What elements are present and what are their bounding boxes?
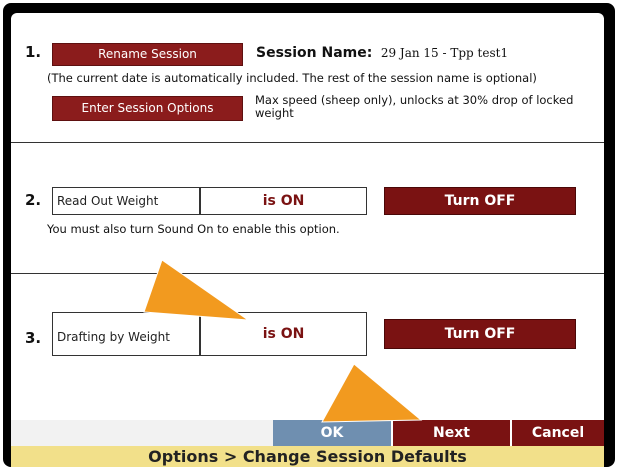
callout-arrow-icon: [143, 259, 250, 321]
drafting-by-weight-toggle-button[interactable]: Turn OFF: [384, 319, 576, 349]
session-name-value: 29 Jan 15 - Tpp test1: [380, 46, 509, 60]
session-name-note: (The current date is automatically inclu…: [47, 71, 537, 85]
cancel-button[interactable]: Cancel: [510, 420, 604, 446]
callout-arrow-icon: [321, 363, 423, 423]
bottom-button-bar: OK Next Cancel: [11, 420, 604, 446]
section-2-number: 2.: [25, 191, 42, 209]
section-3-number: 3.: [25, 329, 42, 347]
rename-session-button[interactable]: Rename Session: [52, 43, 243, 66]
read-out-weight-label: Read Out Weight: [52, 187, 200, 215]
session-name-label: Session Name:: [256, 45, 373, 61]
read-out-weight-toggle-button[interactable]: Turn OFF: [384, 187, 576, 215]
breadcrumb: Options > Change Session Defaults: [11, 446, 604, 467]
read-out-weight-note: You must also turn Sound On to enable th…: [47, 222, 340, 236]
read-out-weight-status: is ON: [200, 187, 367, 215]
options-panel: 1. Rename Session Session Name: 29 Jan 1…: [11, 13, 604, 446]
enter-session-options-button[interactable]: Enter Session Options: [52, 96, 243, 121]
session-options-description: Max speed (sheep only), unlocks at 30% d…: [255, 93, 574, 120]
divider-2: [11, 273, 604, 274]
section-1-number: 1.: [25, 43, 42, 61]
session-name: Session Name: 29 Jan 15 - Tpp test1: [256, 45, 508, 61]
divider-1: [11, 142, 604, 143]
